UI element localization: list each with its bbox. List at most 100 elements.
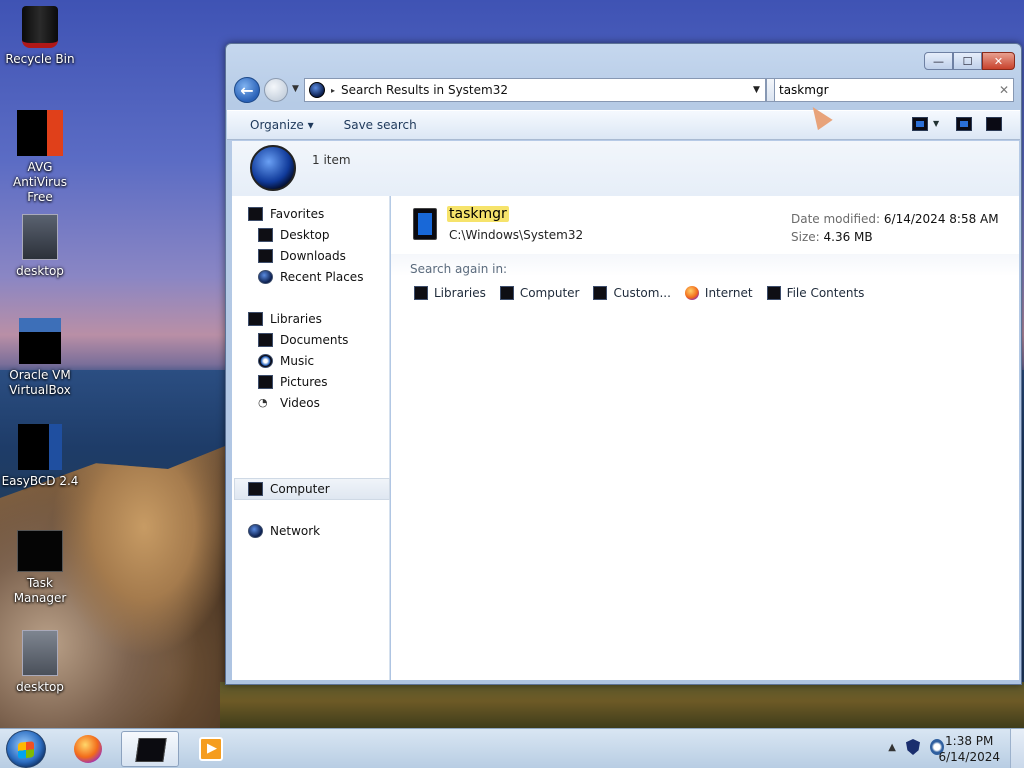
nav-documents[interactable]: Documents (258, 330, 348, 350)
explorer-window: — ☐ ✕ ← ▼ ▸ Search Results in System32 ▼… (225, 43, 1022, 685)
desktop-icon-label: Task Manager (13, 576, 67, 605)
nav-recent-places[interactable]: Recent Places (258, 267, 363, 287)
desktop-icon-desktop-file-2[interactable]: desktop (0, 630, 80, 695)
minimize-button[interactable]: — (924, 52, 953, 70)
view-buttons (912, 117, 1002, 131)
address-path[interactable]: Search Results in System32 (341, 83, 747, 97)
music-icon (258, 354, 273, 368)
desktop-icon-easybcd[interactable]: EasyBCD 2.4 (0, 424, 80, 489)
desktop-icon-virtualbox[interactable]: Oracle VM VirtualBox (0, 318, 80, 398)
desktop-icon-label: EasyBCD 2.4 (1, 474, 79, 488)
search-again-item-label: Internet (704, 286, 753, 300)
nav-music[interactable]: Music (258, 351, 314, 371)
document-icon (22, 630, 58, 676)
media-player-icon (199, 737, 223, 761)
nav-network[interactable]: Network (248, 521, 320, 541)
nav-label: Music (280, 354, 315, 368)
recycle-bin-icon (22, 6, 58, 48)
breadcrumb-separator[interactable]: ▸ (331, 86, 335, 95)
nav-videos[interactable]: ◔ Videos (258, 393, 320, 413)
system-tray: ▲ (888, 739, 944, 755)
downloads-folder-icon (258, 249, 273, 263)
taskbar-explorer[interactable] (121, 731, 179, 767)
navigation-pane: Favorites Desktop Downloads Recent Place… (232, 196, 390, 680)
date-modified-value: 6/14/2024 8:58 AM (883, 212, 999, 226)
videos-icon: ◔ (258, 396, 273, 410)
search-again-internet[interactable]: Internet (684, 286, 753, 300)
executable-file-icon (413, 208, 437, 240)
desktop-icon-label: Recycle Bin (5, 52, 75, 66)
organize-button[interactable]: Organize ▾ (250, 118, 314, 132)
close-button[interactable]: ✕ (982, 52, 1015, 70)
desktop-icon-task-manager[interactable]: Task Manager (0, 530, 80, 606)
recent-places-icon (258, 270, 273, 284)
avg-antivirus-icon (17, 110, 63, 156)
clock-time: 1:38 PM (945, 734, 994, 748)
desktop-folder-icon (258, 228, 273, 242)
desktop-icon-label: desktop (16, 680, 64, 694)
nav-downloads[interactable]: Downloads (258, 246, 346, 266)
desktop-icon-label: desktop (16, 264, 64, 278)
search-input[interactable] (779, 83, 995, 97)
taskbar-media-player[interactable] (182, 731, 240, 767)
nav-desktop[interactable]: Desktop (258, 225, 330, 245)
virtualbox-icon (19, 318, 61, 364)
nav-label: Computer (270, 482, 330, 496)
navigation-row: ← ▼ ▸ Search Results in System32 ▼ ⇆ ✕ (234, 77, 1014, 103)
show-desktop-button[interactable] (1010, 729, 1024, 768)
preview-pane-icon[interactable] (956, 117, 972, 131)
address-dropdown-icon[interactable]: ▼ (747, 85, 765, 95)
file-contents-icon (766, 286, 781, 300)
start-button[interactable] (6, 730, 46, 768)
nav-pictures[interactable]: Pictures (258, 372, 328, 392)
tray-expand-icon[interactable]: ▲ (888, 742, 896, 753)
save-search-button[interactable]: Save search (344, 118, 417, 132)
search-again-item-label: Computer (519, 286, 580, 300)
search-again-section: Search again in: Libraries Computer Cust… (391, 254, 1019, 310)
history-dropdown-icon[interactable]: ▼ (292, 84, 299, 94)
nav-label: Pictures (280, 375, 328, 389)
easybcd-icon (18, 424, 62, 470)
search-again-item-label: Custom... (613, 286, 671, 300)
favorites-icon (248, 207, 263, 221)
taskbar: ▲ 1:38 PM 6/14/2024 (0, 728, 1024, 768)
clear-search-icon[interactable]: ✕ (995, 83, 1013, 97)
search-again-libraries[interactable]: Libraries (414, 286, 486, 300)
action-center-icon[interactable] (906, 739, 920, 755)
nav-label: Desktop (280, 228, 330, 242)
search-again-custom[interactable]: Custom... (593, 286, 671, 300)
clock-date: 6/14/2024 (938, 750, 1000, 764)
help-icon[interactable] (986, 117, 1002, 131)
search-result-item[interactable]: taskmgr C:\Windows\System32 Date modifie… (409, 206, 999, 248)
date-modified-label: Date modified: (791, 212, 881, 226)
search-again-computer[interactable]: Computer (499, 286, 580, 300)
folder-icon (593, 286, 608, 300)
pictures-icon (258, 375, 273, 389)
taskbar-firefox[interactable] (60, 731, 118, 767)
info-pane: 1 item (232, 141, 1019, 196)
search-box[interactable]: ✕ (774, 78, 1014, 102)
computer-icon (499, 286, 514, 300)
result-file-name[interactable]: taskmgr (447, 206, 509, 222)
nav-label: Favorites (270, 207, 325, 221)
search-again-file-contents[interactable]: File Contents (766, 286, 864, 300)
back-button[interactable]: ← (234, 77, 260, 103)
forward-button[interactable] (264, 78, 288, 102)
nav-libraries[interactable]: Libraries (248, 309, 322, 329)
desktop-icon-recycle-bin[interactable]: Recycle Bin (0, 6, 80, 67)
documents-icon (258, 333, 273, 347)
clock[interactable]: 1:38 PM 6/14/2024 (938, 733, 1000, 765)
nav-computer[interactable]: Computer (248, 479, 330, 499)
nav-label: Documents (280, 333, 349, 347)
back-arrow-icon: ← (240, 80, 254, 100)
explorer-icon (135, 738, 167, 762)
desktop-icon-desktop-file[interactable]: desktop (0, 214, 80, 279)
nav-label: Libraries (270, 312, 322, 326)
address-bar[interactable]: ▸ Search Results in System32 ▼ (304, 78, 766, 102)
desktop-icon-avg[interactable]: AVG AntiVirus Free (0, 110, 80, 205)
result-file-path: C:\Windows\System32 (449, 228, 584, 242)
maximize-button[interactable]: ☐ (953, 52, 982, 70)
nav-label: Network (270, 524, 321, 538)
change-view-icon[interactable] (912, 117, 939, 131)
nav-favorites[interactable]: Favorites (248, 204, 324, 224)
